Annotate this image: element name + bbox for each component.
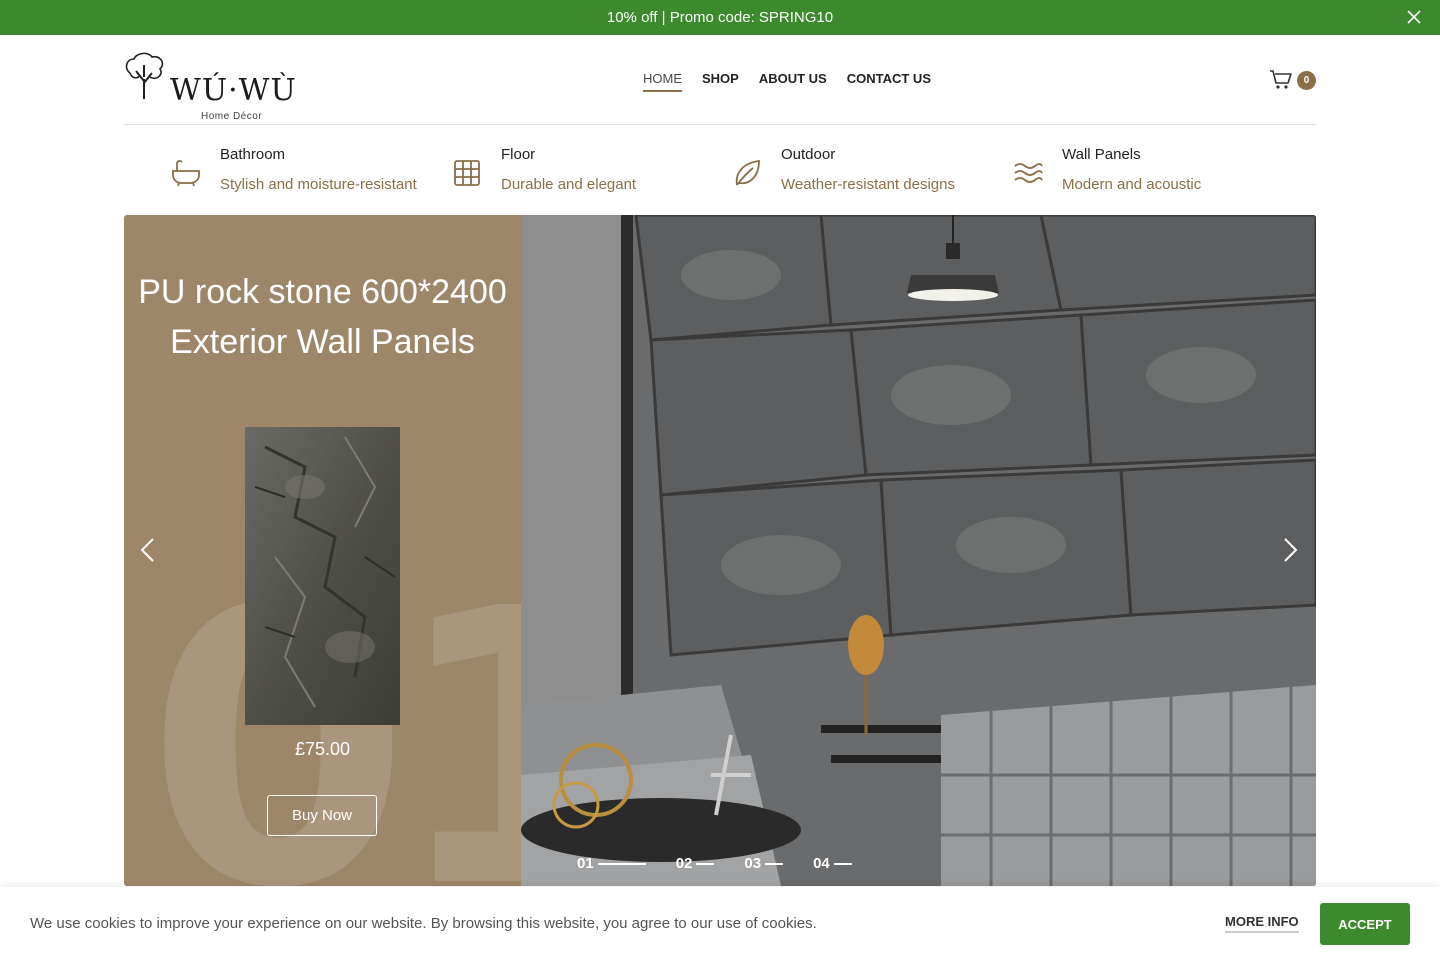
pager-line [597,862,646,865]
pager-item[interactable]: 01 [577,855,646,872]
product-image[interactable] [245,427,400,725]
brand-tagline: Home Décor [201,111,263,122]
leaf-icon [735,159,760,186]
category-desc: Stylish and moisture-resistant [220,176,417,193]
category-wall-panels[interactable]: Wall Panels Modern and acoustic [1012,145,1201,195]
waves-icon [1014,163,1043,183]
category-bathroom[interactable]: Bathroom Stylish and moisture-resistant [170,145,417,195]
nav-contact-us[interactable]: CONTACT US [847,71,931,92]
hero-slider: 01 PU rock stone 600*2400 Exterior Wall … [124,215,1316,886]
nav-home[interactable]: HOME [643,71,682,92]
pager-line [765,862,784,865]
chevron-right-icon[interactable] [1276,537,1302,563]
bathtub-icon [172,160,200,187]
more-info-link[interactable]: MORE INFO [1225,914,1299,933]
pager-line [833,862,852,865]
interior-photo [521,215,1316,886]
pager-label: 02 [675,855,693,872]
nav-shop[interactable]: SHOP [702,71,739,92]
product-price: £75.00 [294,739,351,759]
slide-info-panel: 01 PU rock stone 600*2400 Exterior Wall … [124,215,521,886]
tree-icon [125,52,164,99]
brand-name: WÚ·WÙ [170,73,297,108]
category-title: Bathroom [220,146,286,163]
promo-bar: 10% off | Promo code: SPRING10 [0,0,1440,35]
accept-button[interactable]: ACCEPT [1320,903,1410,945]
close-icon[interactable] [1406,9,1422,25]
pager-item[interactable]: 03 [744,855,784,872]
category-floor[interactable]: Floor Durable and elegant [451,145,636,195]
category-title: Floor [501,146,536,163]
pager-line [696,862,715,865]
category-bar: Bathroom Stylish and moisture-resistant … [124,125,1316,215]
pager-item[interactable]: 04 [813,855,852,872]
category-title: Wall Panels [1062,146,1141,163]
cookie-banner: We use cookies to improve your experienc… [0,887,1440,960]
cookie-text: We use cookies to improve your experienc… [30,915,817,932]
category-desc: Modern and acoustic [1062,176,1202,193]
category-title: Outdoor [781,146,836,163]
buy-now-button[interactable]: Buy Now [267,795,377,836]
logo[interactable]: WÚ·WÙ Home Décor [124,49,304,122]
slider-pagination: 01 02 03 04 [577,855,852,872]
pager-item[interactable]: 02 [676,855,715,872]
pager-label: 01 [577,855,594,872]
category-desc: Durable and elegant [501,176,637,193]
pager-label: 03 [744,855,762,872]
nav-about-us[interactable]: ABOUT US [759,71,827,92]
cart-button[interactable]: 0 [1269,69,1316,91]
promo-text: 10% off | Promo code: SPRING10 [606,9,834,26]
category-outdoor[interactable]: Outdoor Weather-resistant designs [731,145,955,195]
cart-icon [1270,70,1292,89]
site-header: WÚ·WÙ Home Décor HOME SHOP ABOUT US CONT… [124,35,1316,125]
slide-image [521,215,1316,886]
slide-title: PU rock stone 600*2400 Exterior Wall Pan… [138,273,507,361]
main-nav: HOME SHOP ABOUT US CONTACT US [643,71,931,92]
grid-icon [454,160,480,186]
chevron-left-icon[interactable] [136,537,162,563]
category-desc: Weather-resistant designs [781,176,955,193]
cart-count-badge: 0 [1297,70,1316,90]
pager-label: 04 [813,855,830,872]
